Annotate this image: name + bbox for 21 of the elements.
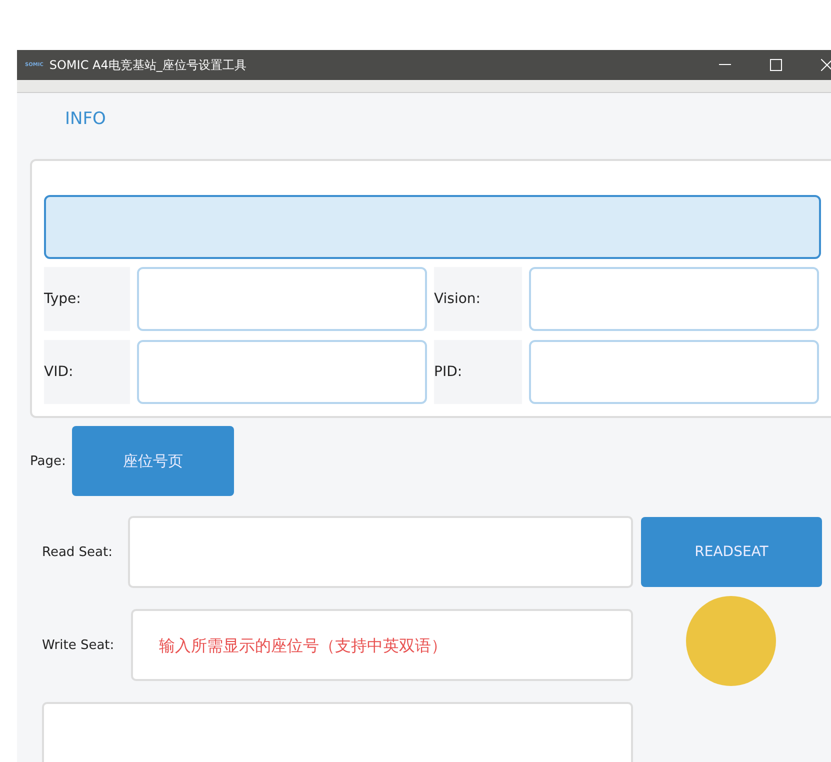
field-label: PID:: [434, 340, 522, 404]
info-field[interactable]: [137, 267, 427, 331]
readseat-button[interactable]: READSEAT: [641, 517, 822, 587]
info-field[interactable]: [529, 267, 819, 331]
field-label: Vision:: [434, 267, 522, 331]
close-icon: [821, 59, 831, 71]
field-label: VID:: [44, 340, 130, 404]
read-seat-field[interactable]: [128, 516, 633, 588]
section-title[interactable]: INFO: [65, 109, 831, 133]
maximize-icon: [770, 59, 782, 71]
page-label: Page:: [30, 454, 66, 468]
window-title: SOMIC A4电竞基站_座位号设置工具: [49, 56, 248, 74]
info-field[interactable]: [137, 340, 427, 404]
page-button[interactable]: 座位号页: [72, 426, 234, 496]
read-seat-label: Read Seat:: [42, 544, 114, 560]
write-seat-label: Write Seat:: [42, 638, 116, 652]
text-area[interactable]: [42, 702, 633, 762]
field-label: Type:: [44, 267, 130, 331]
info-field[interactable]: [529, 340, 819, 404]
minimize-icon: [719, 64, 731, 66]
write-seat-field[interactable]: 输入所需显示的座位号（支持中英双语）: [131, 609, 633, 681]
